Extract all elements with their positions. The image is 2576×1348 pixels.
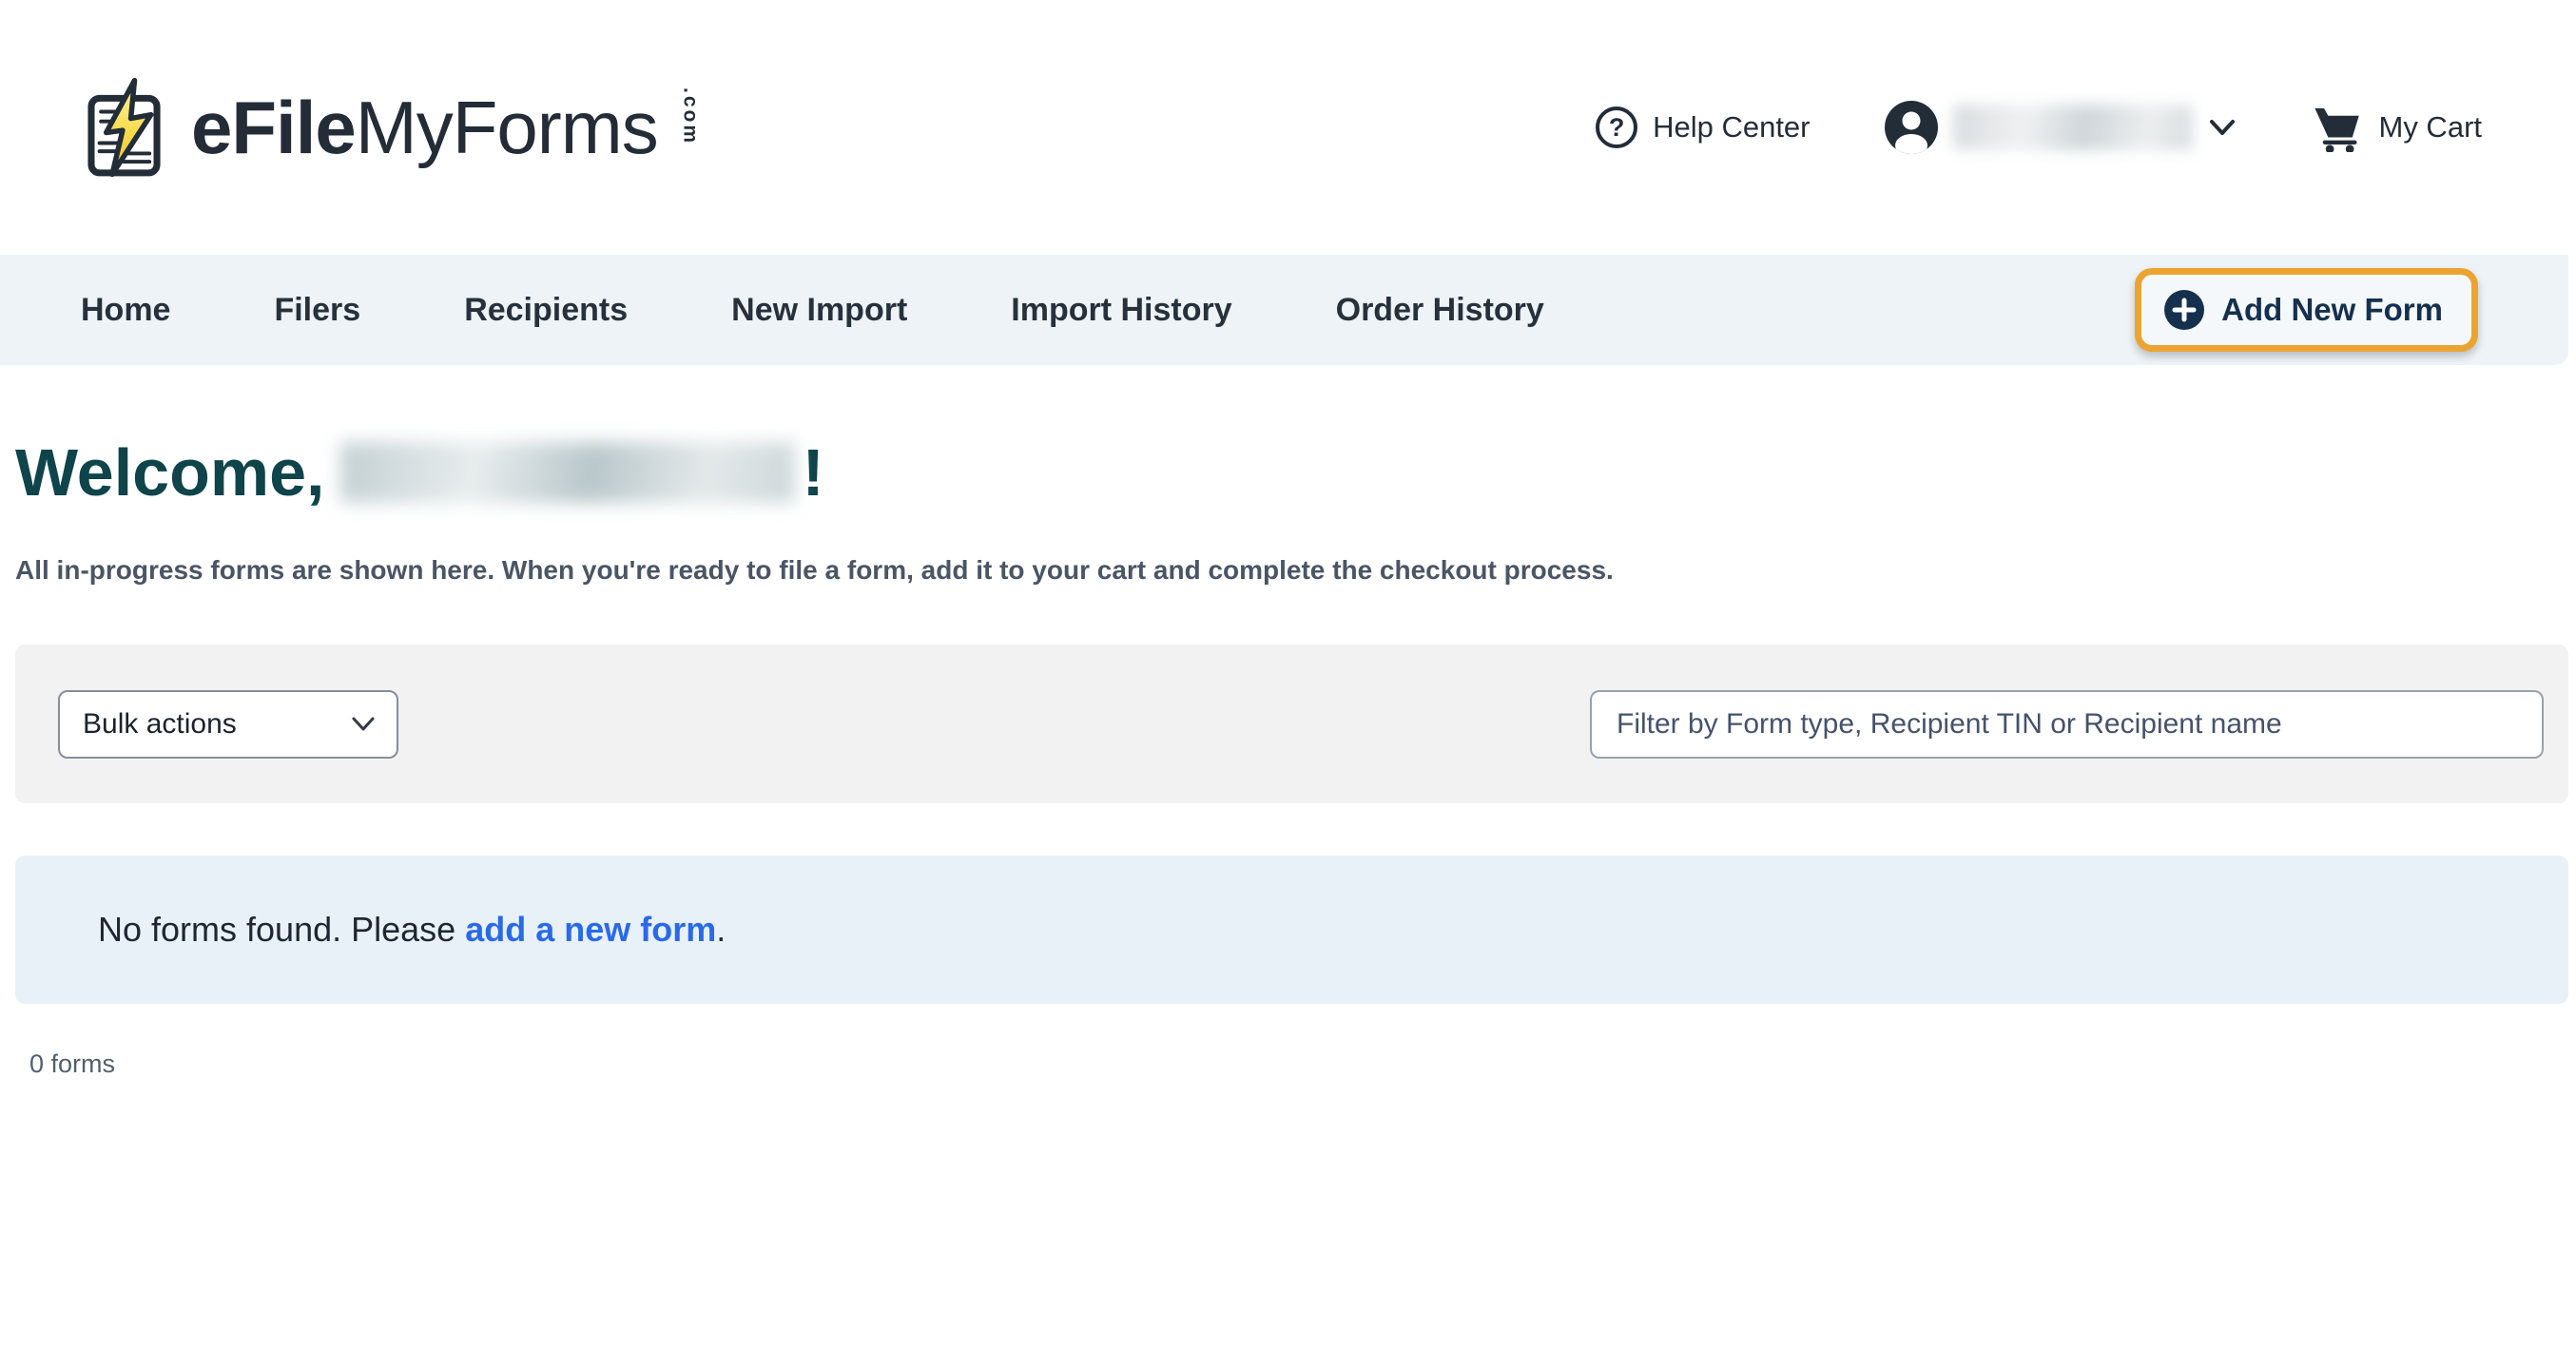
brand-name: eFileMyForms (191, 90, 658, 164)
main-nav: Home Filers Recipients New Import Import… (0, 255, 2568, 365)
user-menu[interactable] (1885, 101, 2237, 154)
empty-state-banner: No forms found. Please add a new form. (15, 856, 2568, 1004)
welcome-prefix: Welcome, (15, 439, 325, 506)
question-circle-icon: ? (1596, 106, 1637, 148)
nav-item-new-import[interactable]: New Import (731, 292, 907, 329)
bulk-actions-select[interactable]: Bulk actions (58, 690, 398, 759)
chevron-down-icon (2208, 117, 2237, 138)
brand-logo[interactable]: eFileMyForms .com (81, 66, 702, 189)
add-new-form-button[interactable]: Add New Form (2135, 268, 2478, 352)
filter-input[interactable] (1590, 690, 2544, 759)
empty-state-period: . (716, 910, 726, 950)
brand-tld: .com (679, 87, 702, 167)
header-actions: ? Help Center (1596, 101, 2482, 154)
redacted-welcome-name (340, 442, 795, 503)
empty-state-text: No forms found. Please (98, 910, 455, 950)
redacted-user-name (1953, 105, 2193, 150)
help-center-label: Help Center (1653, 110, 1810, 144)
add-new-form-label: Add New Form (2221, 292, 2443, 328)
bulk-actions-label: Bulk actions (83, 708, 237, 741)
user-avatar-icon (1885, 101, 1938, 154)
page-title: Welcome, ! (15, 439, 2576, 506)
nav-item-filers[interactable]: Filers (274, 292, 360, 329)
main-content: Welcome, ! All in-progress forms are sho… (0, 439, 2576, 1079)
brand-name-bold: eFile (191, 90, 356, 164)
brand-name-regular: MyForms (356, 90, 658, 164)
page-description: All in-progress forms are shown here. Wh… (15, 555, 2576, 586)
app-header: eFileMyForms .com ? Help Center (0, 0, 2576, 255)
plus-circle-icon (2164, 290, 2204, 330)
help-center-button[interactable]: ? Help Center (1596, 106, 1810, 148)
nav-item-recipients[interactable]: Recipients (464, 292, 628, 329)
nav-item-import-history[interactable]: Import History (1011, 292, 1231, 329)
add-a-new-form-link[interactable]: add a new form (465, 910, 716, 950)
nav-item-home[interactable]: Home (81, 292, 170, 329)
shopping-cart-icon (2311, 103, 2364, 152)
clipboard-lightning-icon (81, 66, 178, 189)
forms-count: 0 forms (29, 1050, 2576, 1079)
my-cart-button[interactable]: My Cart (2311, 103, 2483, 152)
welcome-suffix: ! (803, 439, 824, 506)
chevron-down-icon (351, 716, 376, 733)
nav-item-order-history[interactable]: Order History (1336, 292, 1544, 329)
forms-toolbar: Bulk actions (15, 645, 2568, 803)
my-cart-label: My Cart (2379, 110, 2483, 144)
